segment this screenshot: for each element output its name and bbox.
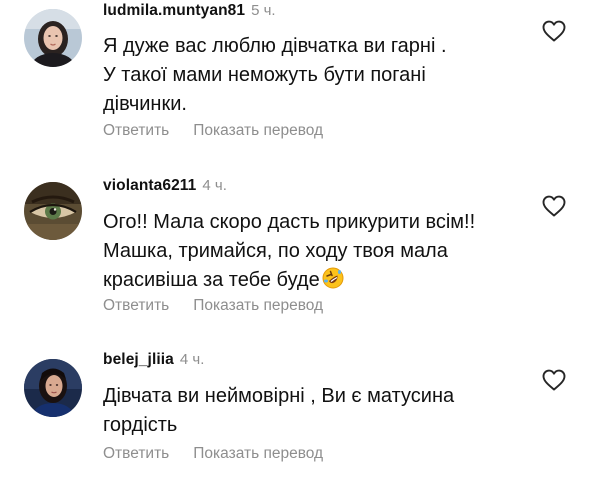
heart-outline-icon[interactable] xyxy=(541,19,567,43)
comment-text-line: красивіша за тебе буде xyxy=(103,266,533,295)
comment-text-segment: красивіша за тебе буде xyxy=(103,269,320,291)
username[interactable]: belej_jliia xyxy=(103,351,174,368)
avatar[interactable] xyxy=(24,359,82,417)
comment-actions: Ответить Показать перевод xyxy=(103,120,323,142)
reply-button[interactable]: Ответить xyxy=(103,122,169,139)
comment-text-line: Я дуже вас люблю дівчатка ви гарні . xyxy=(103,35,447,57)
comment-actions: Ответить Показать перевод xyxy=(103,295,323,317)
avatar-photo xyxy=(24,9,82,67)
avatar[interactable] xyxy=(24,182,82,240)
comment-meta: violanta6211 4 ч. xyxy=(103,176,227,196)
show-translation-button[interactable]: Показать перевод xyxy=(193,297,323,314)
comment-text-line: Ого!! Мала скоро дасть прикурити всім!! xyxy=(103,211,476,233)
comment-time: 4 ч. xyxy=(202,177,227,194)
comment-text: Дівчата ви неймовірні , Ви є матусина го… xyxy=(103,382,533,440)
show-translation-button[interactable]: Показать перевод xyxy=(193,122,323,139)
comment-text-line: У такої мами неможуть бути погані xyxy=(103,64,426,86)
avatar-photo xyxy=(24,359,82,417)
avatar[interactable] xyxy=(24,9,82,67)
comment-text: Ого!! Мала скоро дасть прикурити всім!! … xyxy=(103,208,533,295)
reply-button[interactable]: Ответить xyxy=(103,297,169,314)
heart-outline-icon[interactable] xyxy=(541,194,567,218)
comment-time: 5 ч. xyxy=(251,2,276,19)
comment-meta: ludmila.muntyan81 5 ч. xyxy=(103,1,276,21)
comment-text-line: гордість xyxy=(103,414,178,436)
comment-text-line: Дівчата ви неймовірні , Ви є матусина xyxy=(103,385,455,407)
comment-meta: belej_jliia 4 ч. xyxy=(103,350,204,370)
rolling-on-floor-laughing-emoji xyxy=(322,267,344,289)
comment-actions: Ответить Показать перевод xyxy=(103,443,323,465)
avatar-photo xyxy=(24,182,82,240)
heart-outline-icon[interactable] xyxy=(541,368,567,392)
username[interactable]: violanta6211 xyxy=(103,177,196,194)
reply-button[interactable]: Ответить xyxy=(103,445,169,462)
comment-text: Я дуже вас люблю дівчатка ви гарні . У т… xyxy=(103,32,533,119)
comment-text-line: Машка, тримайся, по ходу твоя мала xyxy=(103,240,448,262)
comment-text-line: дівчинки. xyxy=(103,93,187,115)
username[interactable]: ludmila.muntyan81 xyxy=(103,2,245,19)
comment-time: 4 ч. xyxy=(179,351,205,368)
show-translation-button[interactable]: Показать перевод xyxy=(193,445,323,462)
